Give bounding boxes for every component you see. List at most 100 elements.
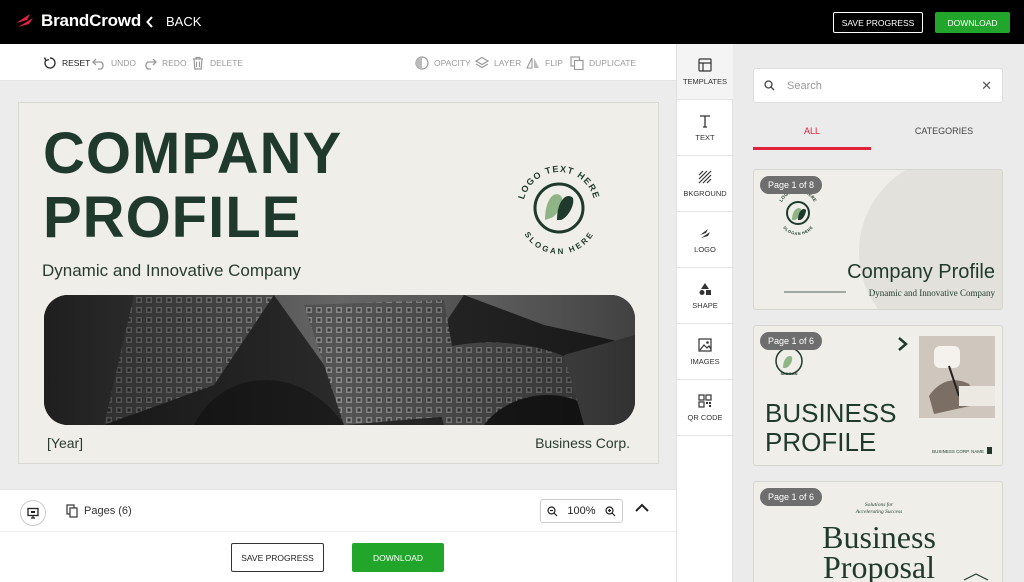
brand[interactable]: BrandCrowd [14,11,141,31]
clear-search-icon[interactable]: ✕ [981,78,992,94]
templates-icon [698,57,712,72]
arches-image [44,295,635,425]
chevron-up-icon[interactable] [634,503,650,513]
brandcrowd-logo-icon [16,14,33,27]
footer-save-progress-button[interactable]: SAVE PROGRESS [231,543,324,572]
card2-title-line2: PROFILE [765,427,876,457]
layer-button[interactable]: LAYER [475,55,521,71]
tab-background[interactable]: BKGROUND [677,156,733,212]
template-card-1[interactable]: Page 1 of 8 LOGO TEXT HERE SLOGAN HERE C… [753,169,1003,310]
canvas-title-line2[interactable]: PROFILE [43,187,301,249]
tab-qr-code-label: QR CODE [687,412,723,422]
tab-text-label: TEXT [695,132,715,142]
reset-button[interactable]: RESET [43,55,90,71]
delete-label: DELETE [210,58,244,68]
card2-footer: BUSINESS CORP. NAME [932,449,984,454]
card1-badge-bottom: SLOGAN HERE [782,225,814,236]
pages-label: Pages (6) [84,505,132,517]
tab-templates[interactable]: TEMPLATES [677,44,733,100]
reset-label: RESET [62,58,91,68]
undo-label: UNDO [111,58,137,68]
tab-images[interactable]: IMAGES [677,324,733,380]
design-canvas[interactable]: COMPANY PROFILE Dynamic and Innovative C… [18,102,659,464]
card3-tagline-line2: Accelerating Success [855,509,903,515]
footer-actions: SAVE PROGRESS DOWNLOAD [0,531,676,582]
top-bar: BrandCrowd BACK SAVE PROGRESS DOWNLOAD [0,0,1024,44]
shape-icon [699,282,711,295]
search-icon [764,80,775,91]
background-icon [698,170,712,183]
save-progress-button[interactable]: SAVE PROGRESS [833,12,923,33]
edit-toolbar: RESET UNDO REDO DELETE OPACITY LAYER FLI… [0,44,676,81]
footer-download-button[interactable]: DOWNLOAD [352,543,444,572]
tab-images-label: IMAGES [690,356,720,366]
redo-label: REDO [162,58,187,68]
duplicate-icon [570,56,584,70]
undo-button[interactable]: UNDO [92,55,136,71]
layers-icon [475,56,489,69]
page-count-pill: Page 1 of 6 [760,332,823,350]
text-icon [700,114,710,128]
tab-templates-label: TEMPLATES [682,76,728,86]
page-count-pill: Page 1 of 6 [760,488,823,506]
template-card-3[interactable]: Page 1 of 6 Solutions for Accelerating S… [753,481,1003,582]
chevron-left-icon [146,15,153,28]
delete-button[interactable]: DELETE [191,55,243,71]
back-label: BACK [166,14,202,29]
tab-all[interactable]: ALL [753,122,871,150]
tab-shape-label: SHAPE [692,300,718,310]
canvas-title-line1[interactable]: COMPANY [43,123,342,185]
template-card-2[interactable]: Page 1 of 6 SLOGAN LOGO BUSINESS PROFILE… [753,325,1003,466]
tab-logo-label: LOGO [694,244,716,254]
canvas-bottom-bar: Pages (6) 100% [0,489,676,531]
tab-logo[interactable]: LOGO [677,212,733,268]
card1-subtitle: Dynamic and Innovative Company [869,288,996,298]
trash-icon [193,56,203,70]
undo-icon [92,58,104,70]
zoom-in-icon[interactable] [605,505,616,517]
brand-name: BrandCrowd [41,11,142,30]
images-icon [698,337,712,352]
tab-shape[interactable]: SHAPE [677,268,733,324]
card2-title-line1: BUSINESS [765,398,897,428]
card1-title: Company Profile [847,261,995,283]
present-button[interactable] [20,500,46,526]
zoom-control: 100% [540,499,623,523]
card3-title-line2: Proposal [823,549,935,582]
zoom-level: 100% [567,505,596,517]
download-button[interactable]: DOWNLOAD [935,12,1010,33]
opacity-button[interactable]: OPACITY [415,55,471,71]
flip-button[interactable]: FLIP [526,55,563,71]
canvas-subtitle[interactable]: Dynamic and Innovative Company [42,261,301,281]
pages-button[interactable]: Pages (6) [66,504,132,518]
duplicate-button[interactable]: DUPLICATE [570,55,636,71]
search-placeholder: Search [787,79,822,92]
search-field[interactable]: Search ✕ [753,68,1003,103]
opacity-label: OPACITY [434,58,471,68]
templates-panel: Search ✕ ALL CATEGORIES Page 1 of 8 LOGO… [733,44,1024,582]
side-tabs: TEMPLATES TEXT BKGROUND LOGO SHAPE IMAGE… [676,44,733,582]
flip-label: FLIP [545,58,563,68]
zoom-out-icon[interactable] [547,505,558,517]
redo-button[interactable]: REDO [143,55,187,71]
tab-text[interactable]: TEXT [677,100,733,156]
canvas-corp-name[interactable]: Business Corp. [535,435,630,451]
qr-code-icon [698,393,712,408]
pages-icon [66,504,78,518]
logo-badge[interactable]: LOGO TEXT HERE SLOGAN HERE [509,158,609,258]
tab-categories[interactable]: CATEGORIES [885,122,1003,150]
layer-label: LAYER [494,58,522,68]
architecture-photo[interactable] [44,295,635,425]
card2-badge-bottom: SLOGAN [780,371,797,376]
page-count-pill: Page 1 of 8 [760,176,823,194]
card3-tagline-line1: Solutions for [865,501,894,508]
canvas-year[interactable]: [Year] [47,435,83,451]
duplicate-label: DUPLICATE [589,58,637,68]
back-button[interactable]: BACK [146,14,201,29]
svg-text:SLOGAN HERE: SLOGAN HERE [523,230,595,256]
svg-text:SLOGAN HERE: SLOGAN HERE [782,225,814,236]
tab-qr-code[interactable]: QR CODE [677,380,733,436]
workspace: COMPANY PROFILE Dynamic and Innovative C… [0,81,676,489]
flip-icon [526,57,539,69]
logo-icon [700,228,710,238]
